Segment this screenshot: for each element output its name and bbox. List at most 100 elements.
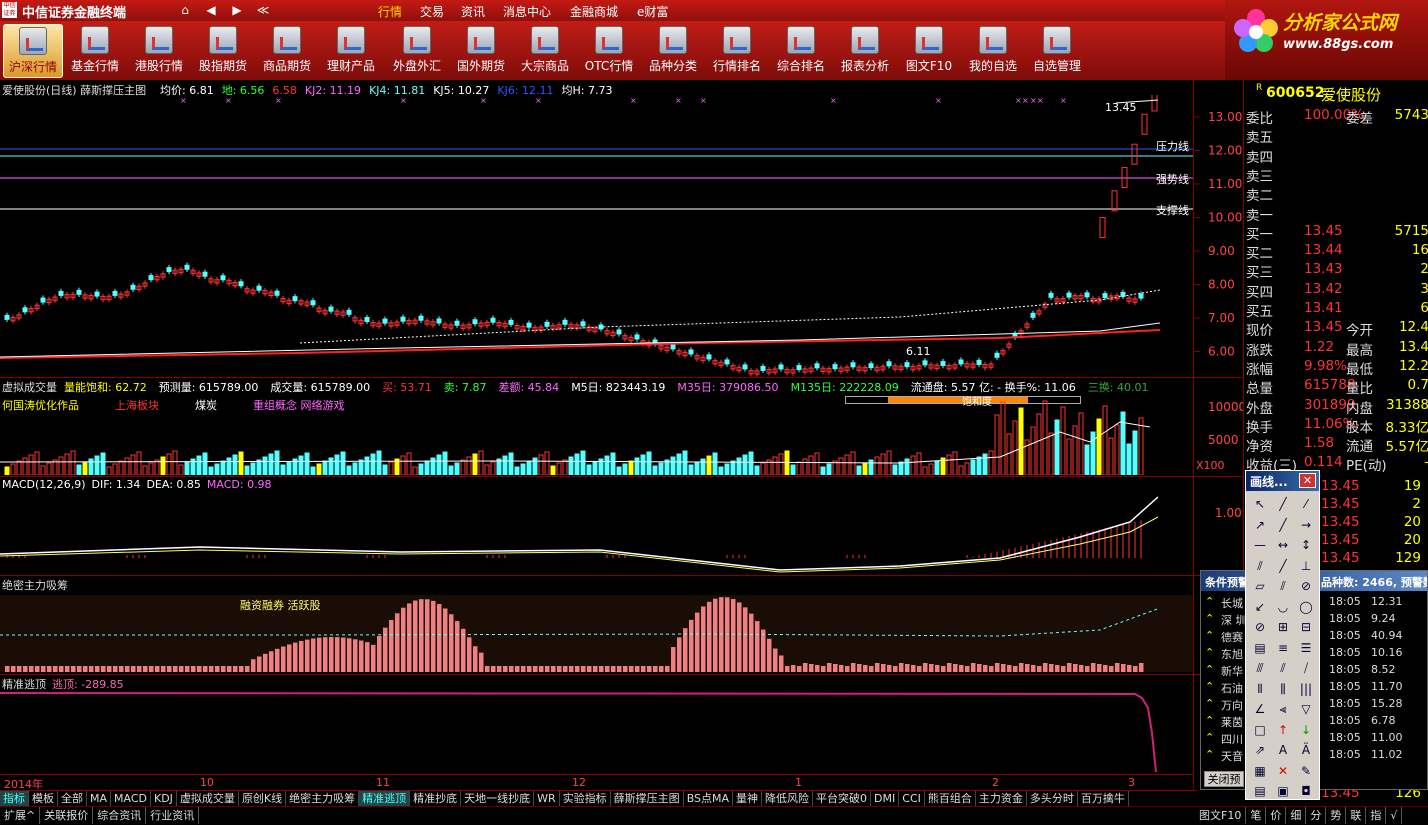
toolbar-commodity-button[interactable]: 商品期货 [257,24,317,78]
indicator-tab[interactable]: 虚拟成交量 [177,791,239,806]
indicator-tab[interactable]: 薛斯撑压主图 [611,791,684,806]
status-tab[interactable]: 综合资讯 [93,807,147,824]
indicator-tab[interactable]: MACD [111,791,151,806]
draw-tool-bars-icon[interactable]: ||| [1297,680,1315,698]
toolbar-otc-button[interactable]: OTC行情 [579,24,639,78]
draw-tool-down-arrow-icon[interactable]: ↙ [1251,598,1269,616]
close-alert-button[interactable]: 关闭预 [1204,771,1244,787]
draw-tool-pen-icon[interactable]: ✎ [1297,762,1315,780]
macd-chart[interactable]: 1.00 [0,492,1243,574]
forward-icon[interactable]: ▶ [227,2,247,19]
indicator-tab[interactable]: 天地一线抄底 [461,791,535,806]
indicator-tab[interactable]: 百万擒牛 [1078,791,1129,806]
draw-tool-text-icon[interactable]: A [1274,741,1292,759]
indicator-tab[interactable]: 全部 [58,791,87,806]
menu-mall[interactable]: 金融商城 [570,3,618,20]
draw-tool-time-icon[interactable]: ⫼ [1274,680,1292,698]
toolbar-composite-ranking-button[interactable]: 综合排名 [771,24,831,78]
view-tab[interactable]: √ [1386,807,1403,824]
draw-tool-text-bold-icon[interactable]: Ä [1297,741,1315,759]
draw-tool-down-arrow2-icon[interactable]: ↓ [1297,721,1315,739]
menu-efortune[interactable]: e财富 [637,3,668,20]
draw-tool-h-line-icon[interactable]: — [1251,536,1269,554]
menu-quotes[interactable]: 行情 [378,3,402,20]
toolbar-foreign-futures-button[interactable]: 国外期货 [451,24,511,78]
toolbar-ranking-button[interactable]: 行情排名 [707,24,767,78]
draw-tool-pattern-icon[interactable]: ▦ [1251,762,1269,780]
toolbar-hk-button[interactable]: 港股行情 [129,24,189,78]
escape-chart[interactable] [0,688,1193,774]
draw-tool-grid2-icon[interactable]: ⊟ [1297,618,1315,636]
draw-tool-box-icon[interactable]: ▣ [1274,782,1292,800]
draw-tool-rect-icon[interactable]: □ [1251,721,1269,739]
indicator-tab[interactable]: 指标 [0,791,29,806]
draw-tool-circle-icon[interactable]: ◯ [1297,598,1315,616]
back-icon[interactable]: ◀ [201,2,221,19]
indicator-tab[interactable]: 平台突破0 [813,791,872,806]
view-tab[interactable]: 指 [1366,807,1387,824]
draw-tool-circle-cross-icon[interactable]: ⊘ [1297,577,1315,595]
indicator-tab[interactable]: WR [534,791,560,806]
indicator-tab[interactable]: 降低风险 [762,791,814,806]
close-icon[interactable]: ✕ [1299,473,1316,488]
toolbar-report-button[interactable]: 报表分析 [835,24,895,78]
indicator-tab[interactable]: 多头分时 [1027,791,1078,806]
indicator-tab[interactable]: 熊百组合 [925,791,976,806]
kline-chart[interactable]: × × × × × × × × × × × × × × × ×13.0012.0011.0010.009.00… [0,95,1243,378]
indicator-tab[interactable]: 精准抄底 [410,791,462,806]
draw-tool-lines-icon[interactable]: ☰ [1297,639,1315,657]
draw-tool-ruler-icon[interactable]: ▤ [1251,782,1269,800]
toolbar-forex-button[interactable]: 外盘外汇 [387,24,447,78]
toolbar-f10-button[interactable]: 图文F10 [899,24,959,78]
draw-tool-fan-icon[interactable]: ⫽ [1274,659,1292,677]
toolbar-index-futures-button[interactable]: 股指期货 [193,24,253,78]
view-tab[interactable]: 细 [1286,807,1307,824]
toolbar-bulk-button[interactable]: 大宗商品 [515,24,575,78]
draw-tool-no-entry-icon[interactable]: ⊘ [1251,618,1269,636]
draw-tool-line-icon[interactable]: ╱ [1274,495,1292,513]
draw-tool-arrow-line-icon[interactable]: ↗ [1251,516,1269,534]
view-tab[interactable]: 联 [1346,807,1367,824]
view-tab[interactable]: 价 [1266,807,1287,824]
draw-tool-ray-icon[interactable]: ⁄ [1297,495,1315,513]
draw-tool-h-ray-icon[interactable]: → [1297,516,1315,534]
indicator-tab[interactable]: 原创K线 [239,791,287,806]
draw-tool-slope-icon[interactable]: ⧸ [1297,659,1315,677]
indicator-tab[interactable]: 主力资金 [976,791,1027,806]
indicator-tab[interactable]: 精准逃顶 [359,791,411,806]
status-tab[interactable]: 行业资讯 [146,807,200,824]
draw-tool-cycle-icon[interactable]: ⦀ [1251,680,1269,698]
indicator-tab[interactable]: 量神 [733,791,763,806]
draw-tool-up-arrow-icon[interactable]: ↑ [1274,721,1292,739]
toolbar-watchlist-manage-button[interactable]: 自选管理 [1027,24,1087,78]
draw-tool-parallel2-icon[interactable]: ⫽ [1274,577,1292,595]
indicator-tab[interactable]: MA [87,791,112,806]
volume-chart[interactable]: 10000 5000 X100 [0,397,1243,475]
draw-tool-pointer-icon[interactable]: ↖ [1251,495,1269,513]
draw-tool-arc-icon[interactable]: ◡ [1274,598,1292,616]
toolbar-finance-button[interactable]: 理财产品 [321,24,381,78]
draw-tool-grid1-icon[interactable]: ⊞ [1274,618,1292,636]
draw-tool-fib-icon[interactable]: ▤ [1251,639,1269,657]
draw-tool-segment-icon[interactable]: ╱ [1274,516,1292,534]
status-tab[interactable]: 关联报价 [40,807,94,824]
draw-tool-parallel-icon[interactable]: ⫽ [1251,557,1269,575]
menu-messages[interactable]: 消息中心 [503,3,551,20]
view-tab[interactable]: 图文F10 [1195,807,1247,824]
draw-tools-window[interactable]: 画线... ✕ ↖ ╱ ⁄ ↗ ╱ → — ↔ ↕ ⫽ ╱ ⊥ ▱ ⫽ ⊘ ↙ ◡ ◯ ⊘ ⊞ ⊟ ▤ ≡ ☰ ⫻ ⫽ ⧸ ⦀ ⫼ |||… [1245,470,1320,800]
indicator-tab[interactable]: 绝密主力吸筹 [286,791,360,806]
draw-tool-erase-icon[interactable]: ◘ [1297,782,1315,800]
toolbar-sz-market-button[interactable]: 沪深行情 [3,24,63,78]
indicator-tab[interactable]: 实验指标 [560,791,611,806]
menu-trade[interactable]: 交易 [420,3,444,20]
draw-tool-v-line-icon[interactable]: ↕ [1297,536,1315,554]
view-tab[interactable]: 势 [1326,807,1347,824]
draw-tool-levels-icon[interactable]: ≡ [1274,639,1292,657]
draw-tool-h-segment-icon[interactable]: ↔ [1274,536,1292,554]
draw-tool-delete-icon[interactable]: ✕ [1274,762,1292,780]
draw-tool-up-right-icon[interactable]: ⇗ [1251,741,1269,759]
draw-tool-trend-icon[interactable]: ╱ [1274,557,1292,575]
draw-tool-channel-icon[interactable]: ▱ [1251,577,1269,595]
draw-tool-perp-icon[interactable]: ⊥ [1297,557,1315,575]
indicator-tab[interactable]: DMI [871,791,900,806]
